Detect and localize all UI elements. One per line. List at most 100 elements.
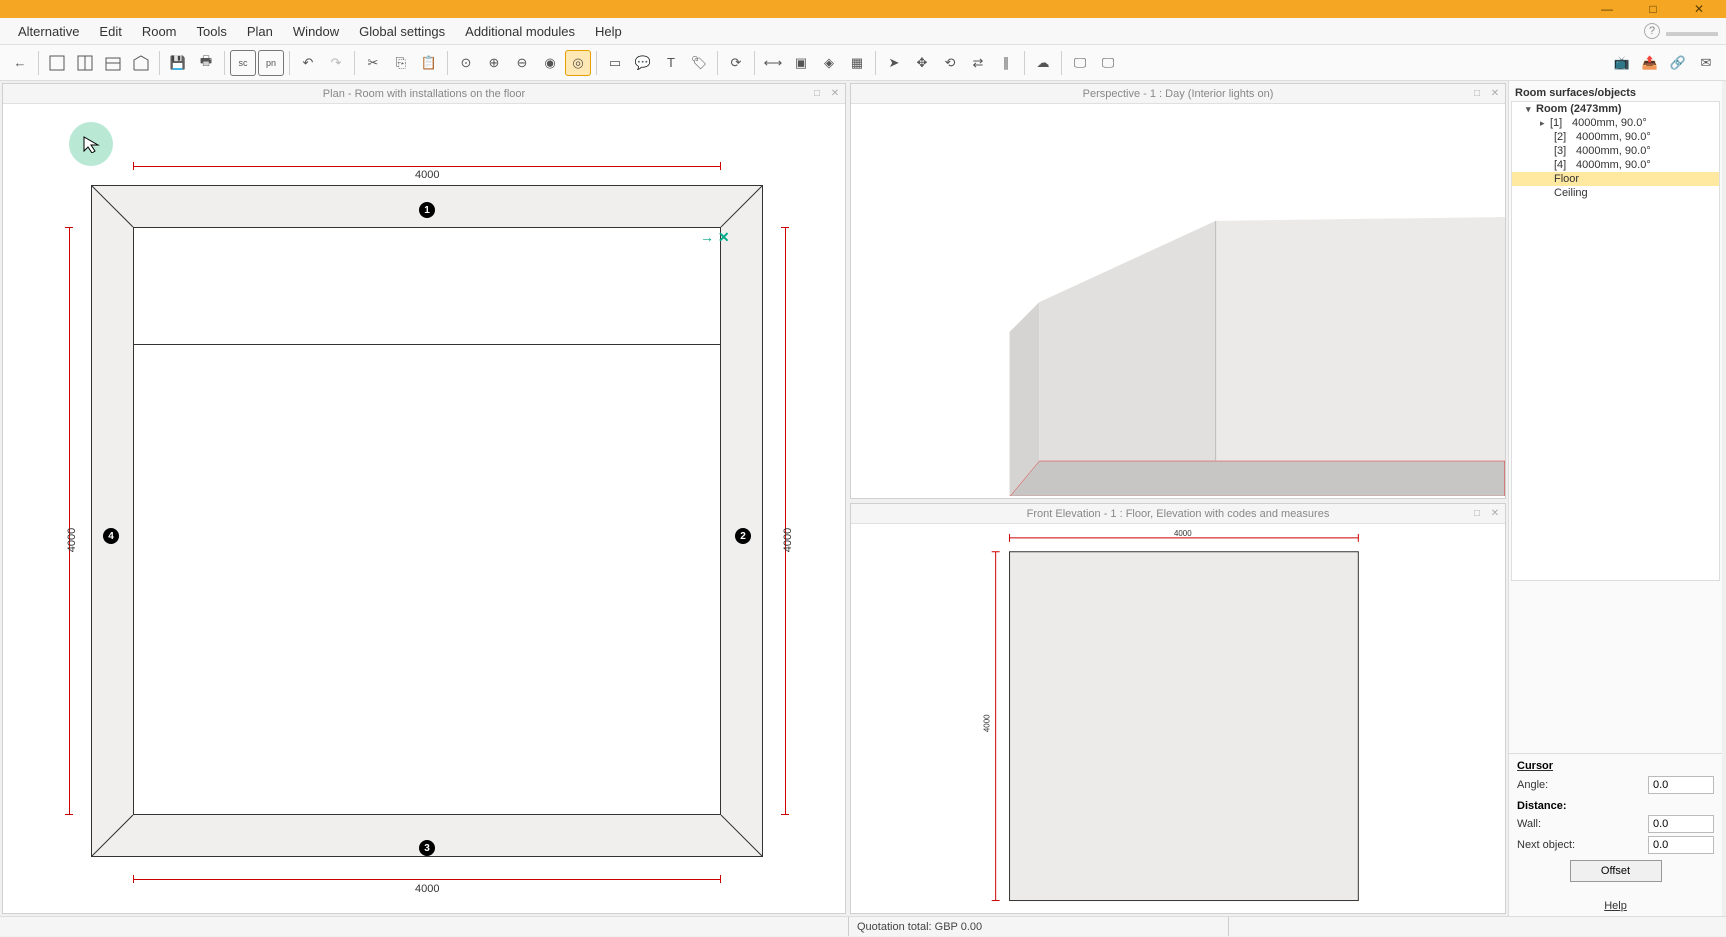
status-quote: Quotation total: GBP 0.00 <box>848 917 1228 936</box>
maximize-icon[interactable]: □ <box>1469 87 1485 101</box>
mirror-icon[interactable]: ⇄ <box>965 50 991 76</box>
help-icon[interactable]: ? <box>1644 23 1660 39</box>
undo-icon[interactable]: ↶ <box>295 50 321 76</box>
pane-header: Front Elevation - 1 : Floor, Elevation w… <box>851 504 1505 524</box>
print-icon[interactable]: 🖶 <box>193 50 219 76</box>
wall-label-3: 3 <box>419 840 435 856</box>
inner-line <box>133 344 721 345</box>
text-icon[interactable]: T <box>658 50 684 76</box>
minimize-button[interactable]: — <box>1584 0 1630 18</box>
plan-pane: Plan - Room with installations on the fl… <box>2 83 846 914</box>
pn-icon[interactable]: pn <box>258 50 284 76</box>
align-icon[interactable]: ∥ <box>993 50 1019 76</box>
menu-global-settings[interactable]: Global settings <box>349 20 455 43</box>
perspective-title: Perspective - 1 : Day (Interior lights o… <box>1083 88 1274 100</box>
menu-edit[interactable]: Edit <box>89 20 131 43</box>
move-icon[interactable]: ✥ <box>909 50 935 76</box>
cloud-icon[interactable]: ☁ <box>1030 50 1056 76</box>
side-panel: Room surfaces/objects ▾Room (2473mm) ▸[1… <box>1508 81 1722 916</box>
pane-header: Plan - Room with installations on the fl… <box>3 84 845 104</box>
tree-wall[interactable]: [3] 4000mm, 90.0° <box>1512 144 1719 158</box>
cursor-panel: Cursor Angle: Distance: Wall: Next objec… <box>1509 753 1722 894</box>
perspective-canvas[interactable] <box>851 104 1505 498</box>
wall-label-1: 1 <box>419 202 435 218</box>
back-icon[interactable]: ← <box>7 50 33 76</box>
label-icon[interactable]: 🏷 <box>686 50 712 76</box>
dim-icon[interactable]: ⟷ <box>760 50 786 76</box>
menu-additional-modules[interactable]: Additional modules <box>455 20 585 43</box>
window-title-bar: — □ ✕ <box>0 0 1726 18</box>
elev-dim-left: 4000 <box>983 714 992 732</box>
monitor1-icon[interactable]: 🖵 <box>1067 50 1093 76</box>
zoom-mode-icon[interactable]: ◎ <box>565 50 591 76</box>
menu-room[interactable]: Room <box>132 20 187 43</box>
grid-icon[interactable]: ▦ <box>844 50 870 76</box>
save-icon[interactable]: 💾 <box>165 50 191 76</box>
crosshair-icon: → ✕ <box>700 229 730 246</box>
menu-window[interactable]: Window <box>283 20 349 43</box>
angle-input[interactable] <box>1648 776 1714 794</box>
sc-icon[interactable]: sc <box>230 50 256 76</box>
tree-wall[interactable]: [2] 4000mm, 90.0° <box>1512 130 1719 144</box>
dim-left: 4000 <box>66 528 78 552</box>
tree-floor[interactable]: Floor <box>1512 172 1719 186</box>
link-icon[interactable]: 🔗 <box>1665 50 1691 76</box>
rotate-icon[interactable]: ⟲ <box>937 50 963 76</box>
menu-plan[interactable]: Plan <box>237 20 283 43</box>
next-object-input[interactable] <box>1648 836 1714 854</box>
box-icon[interactable]: ▣ <box>788 50 814 76</box>
cut-icon[interactable]: ✂ <box>360 50 386 76</box>
menu-alternative[interactable]: Alternative <box>8 20 89 43</box>
zoom-fit-icon[interactable]: ⊙ <box>453 50 479 76</box>
tree-root[interactable]: ▾Room (2473mm) <box>1512 102 1719 116</box>
zoom-region-icon[interactable]: ⊕ <box>481 50 507 76</box>
menu-bar: AlternativeEditRoomToolsPlanWindowGlobal… <box>0 18 1726 45</box>
elevation-canvas[interactable]: 4000 4000 <box>851 524 1505 913</box>
tree-wall[interactable]: ▸[1] 4000mm, 90.0° <box>1512 116 1719 130</box>
wall-input[interactable] <box>1648 815 1714 833</box>
angle-label: Angle: <box>1517 779 1548 791</box>
select-icon[interactable]: ➤ <box>881 50 907 76</box>
tree-wall[interactable]: [4] 4000mm, 90.0° <box>1512 158 1719 172</box>
wall-label-2: 2 <box>735 528 751 544</box>
zoom-out-icon[interactable]: ⊖ <box>509 50 535 76</box>
monitor2-icon[interactable]: 🖵 <box>1095 50 1121 76</box>
plan-title: Plan - Room with installations on the fl… <box>323 88 525 100</box>
tree-ceiling[interactable]: Ceiling <box>1512 186 1719 200</box>
cursor-highlight <box>69 122 113 166</box>
refresh-icon[interactable]: ⟳ <box>723 50 749 76</box>
persp-icon[interactable]: ◈ <box>816 50 842 76</box>
menu-tools[interactable]: Tools <box>187 20 237 43</box>
tv-icon[interactable]: 📺 <box>1609 50 1635 76</box>
tree-title: Room surfaces/objects <box>1511 85 1720 101</box>
menu-help[interactable]: Help <box>585 20 632 43</box>
send-icon[interactable]: 📤 <box>1637 50 1663 76</box>
maximize-icon[interactable]: □ <box>809 87 825 101</box>
dim-bottom: 4000 <box>415 883 439 895</box>
maximize-button[interactable]: □ <box>1630 0 1676 18</box>
distance-heading: Distance: <box>1513 800 1718 812</box>
view-3d-icon[interactable] <box>128 50 154 76</box>
plan-canvas[interactable]: 4000 4000 4000 4000 1 2 3 <box>3 104 845 913</box>
view-split-icon[interactable] <box>72 50 98 76</box>
maximize-icon[interactable]: □ <box>1469 507 1485 521</box>
comment-icon[interactable]: 💬 <box>630 50 656 76</box>
view-elev-icon[interactable] <box>100 50 126 76</box>
object-tree: Room surfaces/objects ▾Room (2473mm) ▸[1… <box>1509 81 1722 753</box>
close-icon[interactable]: ✕ <box>1487 507 1503 521</box>
toolbar: ← 💾 🖶 sc pn ↶ ↷ ✂ ⎘ 📋 ⊙ ⊕ ⊖ ◉ ◎ ▭ 💬 T 🏷 … <box>0 45 1726 81</box>
view-plan-icon[interactable] <box>44 50 70 76</box>
help-link[interactable]: Help <box>1604 900 1627 912</box>
pane-header: Perspective - 1 : Day (Interior lights o… <box>851 84 1505 104</box>
redo-icon[interactable]: ↷ <box>323 50 349 76</box>
note-icon[interactable]: ▭ <box>602 50 628 76</box>
offset-button[interactable]: Offset <box>1570 860 1662 882</box>
cursor-heading: Cursor <box>1517 760 1553 772</box>
paste-icon[interactable]: 📋 <box>416 50 442 76</box>
close-icon[interactable]: ✕ <box>1487 87 1503 101</box>
close-button[interactable]: ✕ <box>1676 0 1722 18</box>
close-icon[interactable]: ✕ <box>827 87 843 101</box>
copy-icon[interactable]: ⎘ <box>388 50 414 76</box>
zoom-obj-icon[interactable]: ◉ <box>537 50 563 76</box>
mail-icon[interactable]: ✉ <box>1693 50 1719 76</box>
